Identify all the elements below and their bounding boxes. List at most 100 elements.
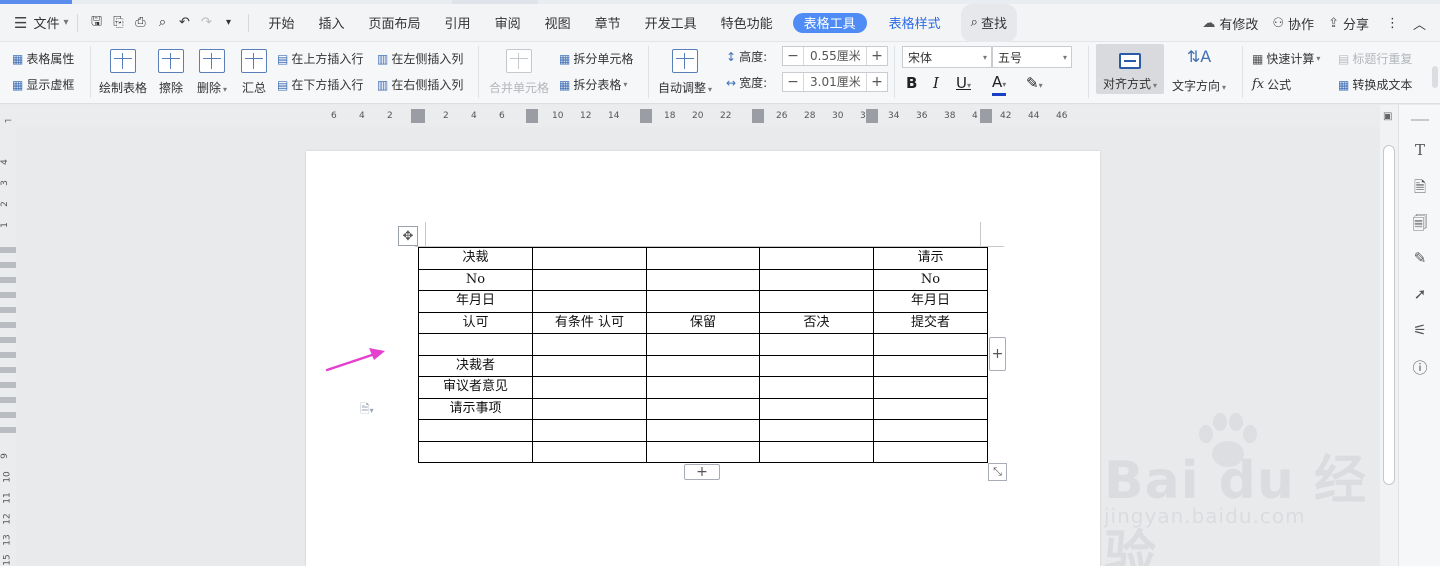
italic-icon[interactable]: I [933,74,939,92]
insert-row-above-button[interactable]: ▤ 在上方插入行 [277,50,363,67]
insert-row-below-button[interactable]: ▤ 在下方插入行 [277,76,363,93]
share-button[interactable]: ⇪ 分享 [1321,4,1376,42]
insert-col-right-button[interactable]: ▥ 在右侧插入列 [377,76,463,93]
height-value[interactable]: 0.55厘米 [803,47,867,65]
erase-button[interactable]: 擦除 [158,49,184,96]
scroll-settings-icon[interactable]: ▣ [1383,111,1392,122]
table-cell[interactable] [532,440,647,463]
table-cell[interactable] [646,247,760,270]
tab-insert[interactable]: 插入 [307,4,357,42]
more-icon[interactable]: ⋮ [1376,4,1409,42]
table-cell[interactable] [418,440,533,463]
table-cell[interactable] [759,354,874,377]
table-cell[interactable] [418,333,533,356]
help-icon[interactable]: ⓘ [1399,357,1440,378]
file-menu-button[interactable]: ☰ 文件 ▾ [0,4,69,42]
convert-to-text-button[interactable]: ▦ 转换成文本 [1338,76,1412,93]
table-cell[interactable] [873,440,988,463]
table-cell[interactable]: 提交者 [873,311,988,334]
ruler-corner-icon[interactable]: ⌐ [4,116,12,127]
tab-chapter[interactable]: 章节 [583,4,633,42]
table-cell[interactable] [532,419,647,442]
quick-calc-button[interactable]: ▦ 快速计算 ▾ [1252,50,1320,67]
table-cell[interactable] [646,290,760,313]
document-save-icon[interactable]: 🗎 [1399,177,1440,202]
search-button[interactable]: ⌕ 查找 [960,3,1017,42]
table-cell[interactable] [532,247,647,270]
table-cell[interactable]: No [873,268,988,291]
table-cell[interactable] [759,333,874,356]
highlight-icon[interactable]: ✎▾ [1026,74,1043,92]
modified-button[interactable]: ☁ 有修改 [1195,4,1265,42]
tab-developer[interactable]: 开发工具 [633,4,709,42]
table-cell[interactable]: 请示事项 [418,397,533,420]
save-icon[interactable]: 🖫 [86,4,108,42]
format-painter-icon[interactable]: ⎘ [108,4,130,42]
table-cell[interactable] [646,440,760,463]
table-cell[interactable] [532,268,647,291]
increment-height-button[interactable]: + [867,48,887,64]
table-cell[interactable] [418,419,533,442]
table-cell[interactable]: 有条件 认可 [532,311,647,334]
decrement-height-button[interactable]: − [783,48,803,64]
table-cell[interactable] [646,419,760,442]
table-cell[interactable] [646,268,760,291]
tab-view[interactable]: 视图 [533,4,583,42]
tab-table-style[interactable]: 表格样式 [877,4,953,42]
font-size-select[interactable]: 五号 ▾ [992,46,1072,68]
vertical-ruler[interactable]: 4 3 2 1 9 10 11 12 13 15 [0,127,16,566]
table-cell[interactable] [646,333,760,356]
table-move-icon[interactable]: ✥ [398,226,418,246]
customize-toolbar-icon[interactable]: ▾ [218,4,240,42]
table-cell[interactable] [759,440,874,463]
document-table[interactable]: 决裁 请示 No No 年月日 年月日 认可 有条件 认可 保留 否决 提交者 决裁者 审议者意见 请示事… [418,247,988,463]
split-table-button[interactable]: ▦ 拆分表格 ▾ [559,76,627,93]
table-cell[interactable]: 年月日 [873,290,988,313]
delete-button[interactable]: 删除 ▾ [197,49,227,96]
tab-references[interactable]: 引用 [433,4,483,42]
show-gridlines-button[interactable]: ▦ 显示虚框 [12,76,74,93]
width-value[interactable]: 3.01厘米 [803,73,867,91]
table-cell[interactable] [532,290,647,313]
draw-table-button[interactable]: 绘制表格 [99,49,147,96]
increment-width-button[interactable]: + [867,74,887,90]
redo-icon[interactable]: ↷ [196,4,218,42]
table-cell[interactable]: 保留 [646,311,760,334]
tab-home[interactable]: 开始 [257,4,307,42]
pen-icon[interactable]: ✎ [1399,249,1440,267]
table-cell[interactable] [759,376,874,399]
table-cell[interactable] [532,333,647,356]
scrollbar-thumb[interactable] [1383,145,1395,485]
font-name-select[interactable]: 宋体 ▾ [902,46,992,68]
table-cell[interactable]: No [418,268,533,291]
decrement-width-button[interactable]: − [783,74,803,90]
add-column-icon[interactable]: + [989,337,1006,371]
table-cell[interactable] [759,419,874,442]
insert-col-left-button[interactable]: ▥ 在左侧插入列 [377,50,463,67]
table-cell[interactable] [759,290,874,313]
table-cell[interactable]: 请示 [873,247,988,270]
text-style-icon[interactable]: T [1399,141,1440,159]
table-cell[interactable]: 审议者意见 [418,376,533,399]
table-cell[interactable] [646,376,760,399]
table-cell[interactable] [532,397,647,420]
table-cell[interactable] [759,397,874,420]
table-cell[interactable]: 否决 [759,311,874,334]
table-cell[interactable] [646,397,760,420]
table-resize-icon[interactable]: ⤡ [988,463,1007,481]
pointer-icon[interactable]: ➚ [1399,285,1440,303]
collaborate-button[interactable]: ⚇ 协作 [1265,4,1321,42]
table-cell[interactable]: 决裁者 [418,354,533,377]
table-cell[interactable] [873,419,988,442]
undo-icon[interactable]: ↶ [174,4,196,42]
tab-table-tools[interactable]: 表格工具 [792,12,867,33]
ribbon-scrollbar[interactable] [1432,66,1438,88]
tab-review[interactable]: 审阅 [483,4,533,42]
vertical-scrollbar[interactable]: ▣ [1380,105,1398,566]
split-cells-button[interactable]: ▦ 拆分单元格 [559,50,633,67]
table-cell[interactable]: 认可 [418,311,533,334]
table-cell[interactable] [532,376,647,399]
collapse-ribbon-icon[interactable]: ︿ [1409,4,1440,42]
auto-fit-button[interactable]: 自动调整 ▾ [658,49,712,96]
tab-special-features[interactable]: 特色功能 [709,4,785,42]
